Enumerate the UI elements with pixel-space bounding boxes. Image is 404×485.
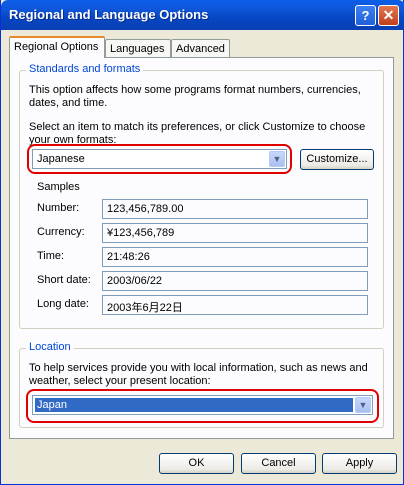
ok-button[interactable]: OK — [159, 453, 234, 474]
sample-label-short-date: Short date: — [37, 274, 91, 286]
title-bar[interactable]: Regional and Language Options ? ✕ — [1, 0, 404, 30]
tab-advanced[interactable]: Advanced — [171, 39, 230, 57]
sample-value-time: 21:48:26 — [102, 247, 368, 267]
apply-label: Apply — [345, 457, 374, 469]
standards-group-title: Standards and formats — [26, 63, 144, 75]
cancel-label: Cancel — [261, 457, 296, 469]
location-select-value: Japan — [37, 399, 67, 411]
apply-button[interactable]: Apply — [322, 453, 397, 474]
dialog-window: Regional and Language Options ? ✕ Region… — [0, 0, 404, 485]
sample-number-text: 123,456,789.00 — [107, 203, 184, 215]
chevron-down-icon[interactable]: ▼ — [355, 397, 371, 413]
help-icon: ? — [361, 8, 370, 23]
tab-label: Regional Options — [14, 41, 99, 53]
samples-heading: Samples — [37, 181, 80, 193]
standards-formats-group: Standards and formats This option affect… — [19, 63, 384, 329]
ok-label: OK — [188, 457, 205, 469]
selection-highlight — [35, 398, 353, 412]
tab-panel-regional-options: Standards and formats This option affect… — [9, 57, 394, 439]
window-title: Regional and Language Options — [9, 7, 209, 22]
sample-value-number: 123,456,789.00 — [102, 199, 368, 219]
help-button[interactable]: ? — [355, 5, 376, 26]
sample-short-date-text: 2003/06/22 — [107, 275, 163, 287]
sample-label-number: Number: — [37, 202, 80, 214]
sample-time-text: 21:48:26 — [107, 251, 150, 263]
sample-currency-text: ¥123,456,789 — [107, 227, 175, 239]
tab-label: Advanced — [176, 43, 225, 55]
sample-label-currency: Currency: — [37, 226, 85, 238]
sample-label-time: Time: — [37, 250, 65, 262]
tab-regional-options[interactable]: Regional Options — [9, 36, 105, 58]
standards-description: This option affects how some programs fo… — [29, 84, 361, 109]
location-group-title: Location — [26, 341, 74, 353]
sample-value-currency: ¥123,456,789 — [102, 223, 368, 243]
tab-languages[interactable]: Languages — [105, 39, 171, 57]
close-icon: ✕ — [382, 7, 395, 23]
close-button[interactable]: ✕ — [378, 5, 399, 26]
location-select[interactable]: Japan ▼ — [32, 395, 373, 415]
cancel-button[interactable]: Cancel — [241, 453, 316, 474]
chevron-down-icon[interactable]: ▼ — [269, 151, 285, 167]
sample-value-short-date: 2003/06/22 — [102, 271, 368, 291]
sample-value-long-date: 2003年6月22日 — [102, 295, 368, 315]
customize-label: Customize... — [306, 153, 368, 165]
customize-button[interactable]: Customize... — [300, 149, 374, 170]
location-group: Location To help services provide you wi… — [19, 341, 384, 428]
format-select-value: Japanese — [37, 153, 85, 165]
sample-long-date-text: 2003年6月22日 — [107, 302, 183, 314]
sample-label-long-date: Long date: — [37, 298, 89, 310]
location-description: To help services provide you with local … — [29, 362, 368, 387]
tab-label: Languages — [110, 43, 165, 55]
format-select[interactable]: Japanese ▼ — [32, 149, 287, 169]
